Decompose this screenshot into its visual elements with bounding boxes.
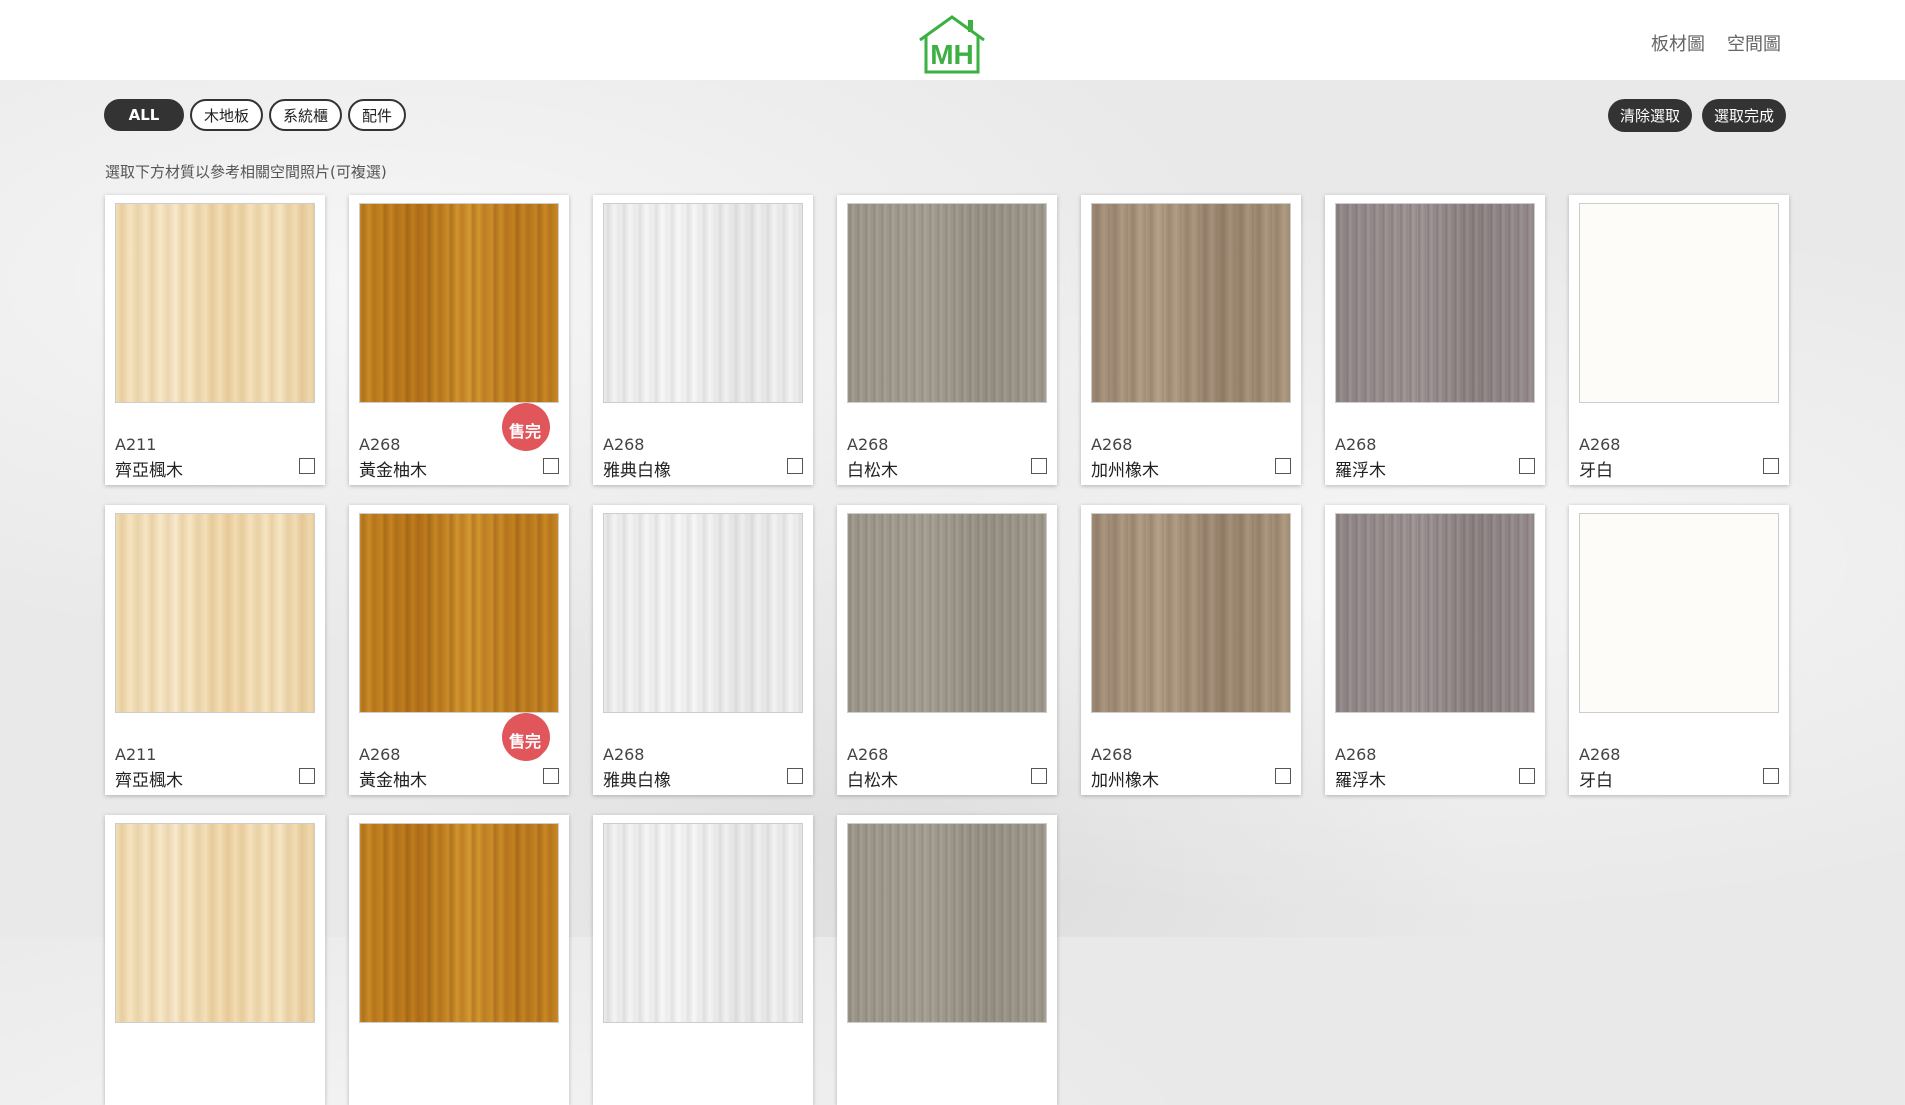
product-code: A268: [1579, 435, 1621, 454]
material-swatch[interactable]: [1335, 513, 1535, 713]
product-card[interactable]: A211 齊亞楓木: [105, 195, 325, 485]
material-swatch[interactable]: [115, 823, 315, 1023]
mh-logo-icon[interactable]: MH: [916, 14, 988, 74]
product-card[interactable]: A268 加州橡木: [1081, 505, 1301, 795]
filter-system-cabinet-button[interactable]: 系統櫃: [269, 99, 343, 131]
product-code: A268: [1335, 435, 1377, 454]
select-checkbox[interactable]: [787, 768, 803, 784]
selection-actions: 清除選取 選取完成: [1607, 99, 1786, 132]
select-checkbox[interactable]: [1763, 458, 1779, 474]
product-name: 羅浮木: [1335, 461, 1386, 481]
product-name: 加州橡木: [1091, 771, 1159, 791]
filter-all-button[interactable]: ALL: [104, 99, 184, 131]
product-code: A268: [1579, 745, 1621, 764]
product-name: 牙白: [1579, 771, 1613, 791]
product-name: 加州橡木: [1091, 461, 1159, 481]
select-checkbox[interactable]: [1275, 458, 1291, 474]
product-code: A268: [603, 745, 645, 764]
top-nav: 板材圖 空間圖: [1651, 30, 1781, 56]
product-card[interactable]: A268 白松木: [837, 505, 1057, 795]
material-swatch[interactable]: [1091, 203, 1291, 403]
clear-selection-button[interactable]: 清除選取: [1607, 99, 1692, 132]
material-swatch[interactable]: [359, 823, 559, 1023]
select-checkbox[interactable]: [1763, 768, 1779, 784]
product-name: 齊亞楓木: [115, 461, 183, 481]
product-card[interactable]: [593, 815, 813, 1105]
material-swatch[interactable]: [1579, 203, 1779, 403]
product-grid: A211 齊亞楓木 A268 黃金柚木 售完 A268 雅典白橡 A268 白松木 A268 加州橡…: [105, 195, 1789, 1105]
product-card[interactable]: A268 黃金柚木 售完: [349, 505, 569, 795]
product-card[interactable]: [837, 815, 1057, 1105]
product-card[interactable]: A268 雅典白橡: [593, 505, 813, 795]
product-name: 雅典白橡: [603, 461, 671, 481]
product-name: 黃金柚木: [359, 461, 427, 481]
material-swatch[interactable]: [603, 513, 803, 713]
material-swatch[interactable]: [847, 823, 1047, 1023]
material-swatch[interactable]: [847, 513, 1047, 713]
product-card[interactable]: A268 白松木: [837, 195, 1057, 485]
select-checkbox[interactable]: [299, 458, 315, 474]
material-swatch[interactable]: [359, 513, 559, 713]
svg-text:MH: MH: [930, 39, 974, 70]
material-swatch[interactable]: [115, 513, 315, 713]
material-swatch[interactable]: [847, 203, 1047, 403]
nav-space-link[interactable]: 空間圖: [1727, 30, 1781, 56]
product-card[interactable]: A268 羅浮木: [1325, 195, 1545, 485]
product-code: A268: [359, 435, 401, 454]
product-card[interactable]: [105, 815, 325, 1105]
product-name: 雅典白橡: [603, 771, 671, 791]
product-name: 黃金柚木: [359, 771, 427, 791]
product-name: 白松木: [847, 461, 898, 481]
product-name: 羅浮木: [1335, 771, 1386, 791]
product-name: 牙白: [1579, 461, 1613, 481]
product-code: A268: [1335, 745, 1377, 764]
product-card[interactable]: A268 牙白: [1569, 505, 1789, 795]
product-card[interactable]: A211 齊亞楓木: [105, 505, 325, 795]
select-checkbox[interactable]: [1275, 768, 1291, 784]
product-card[interactable]: [349, 815, 569, 1105]
material-swatch[interactable]: [1091, 513, 1291, 713]
material-swatch[interactable]: [359, 203, 559, 403]
product-code: A268: [847, 435, 889, 454]
sold-out-label: 售完: [508, 422, 541, 441]
sold-out-label: 售完: [508, 732, 541, 751]
product-code: A268: [603, 435, 645, 454]
product-card[interactable]: A268 羅浮木: [1325, 505, 1545, 795]
product-code: A211: [115, 435, 157, 454]
product-code: A268: [359, 745, 401, 764]
product-code: A268: [1091, 435, 1133, 454]
product-card[interactable]: A268 黃金柚木 售完: [349, 195, 569, 485]
product-card[interactable]: A268 雅典白橡: [593, 195, 813, 485]
product-code: A268: [847, 745, 889, 764]
selection-done-button[interactable]: 選取完成: [1701, 99, 1786, 132]
material-swatch[interactable]: [603, 203, 803, 403]
filter-wood-floor-button[interactable]: 木地板: [190, 99, 264, 131]
instruction-text: 選取下方材質以參考相關空間照片(可複選): [105, 163, 387, 181]
material-swatch[interactable]: [1335, 203, 1535, 403]
product-name: 白松木: [847, 771, 898, 791]
select-checkbox[interactable]: [543, 768, 559, 784]
material-swatch[interactable]: [115, 203, 315, 403]
select-checkbox[interactable]: [1031, 768, 1047, 784]
product-code: A211: [115, 745, 157, 764]
category-filters: ALL 木地板 系統櫃 配件: [104, 99, 407, 131]
product-card[interactable]: A268 牙白: [1569, 195, 1789, 485]
material-swatch[interactable]: [603, 823, 803, 1023]
product-card[interactable]: A268 加州橡木: [1081, 195, 1301, 485]
product-code: A268: [1091, 745, 1133, 764]
nav-board-link[interactable]: 板材圖: [1651, 30, 1705, 56]
select-checkbox[interactable]: [1519, 768, 1535, 784]
select-checkbox[interactable]: [543, 458, 559, 474]
material-swatch[interactable]: [1579, 513, 1779, 713]
select-checkbox[interactable]: [1031, 458, 1047, 474]
product-name: 齊亞楓木: [115, 771, 183, 791]
select-checkbox[interactable]: [787, 458, 803, 474]
select-checkbox[interactable]: [1519, 458, 1535, 474]
top-header: MH 板材圖 空間圖: [0, 0, 1905, 80]
select-checkbox[interactable]: [299, 768, 315, 784]
filter-accessories-button[interactable]: 配件: [348, 99, 407, 131]
